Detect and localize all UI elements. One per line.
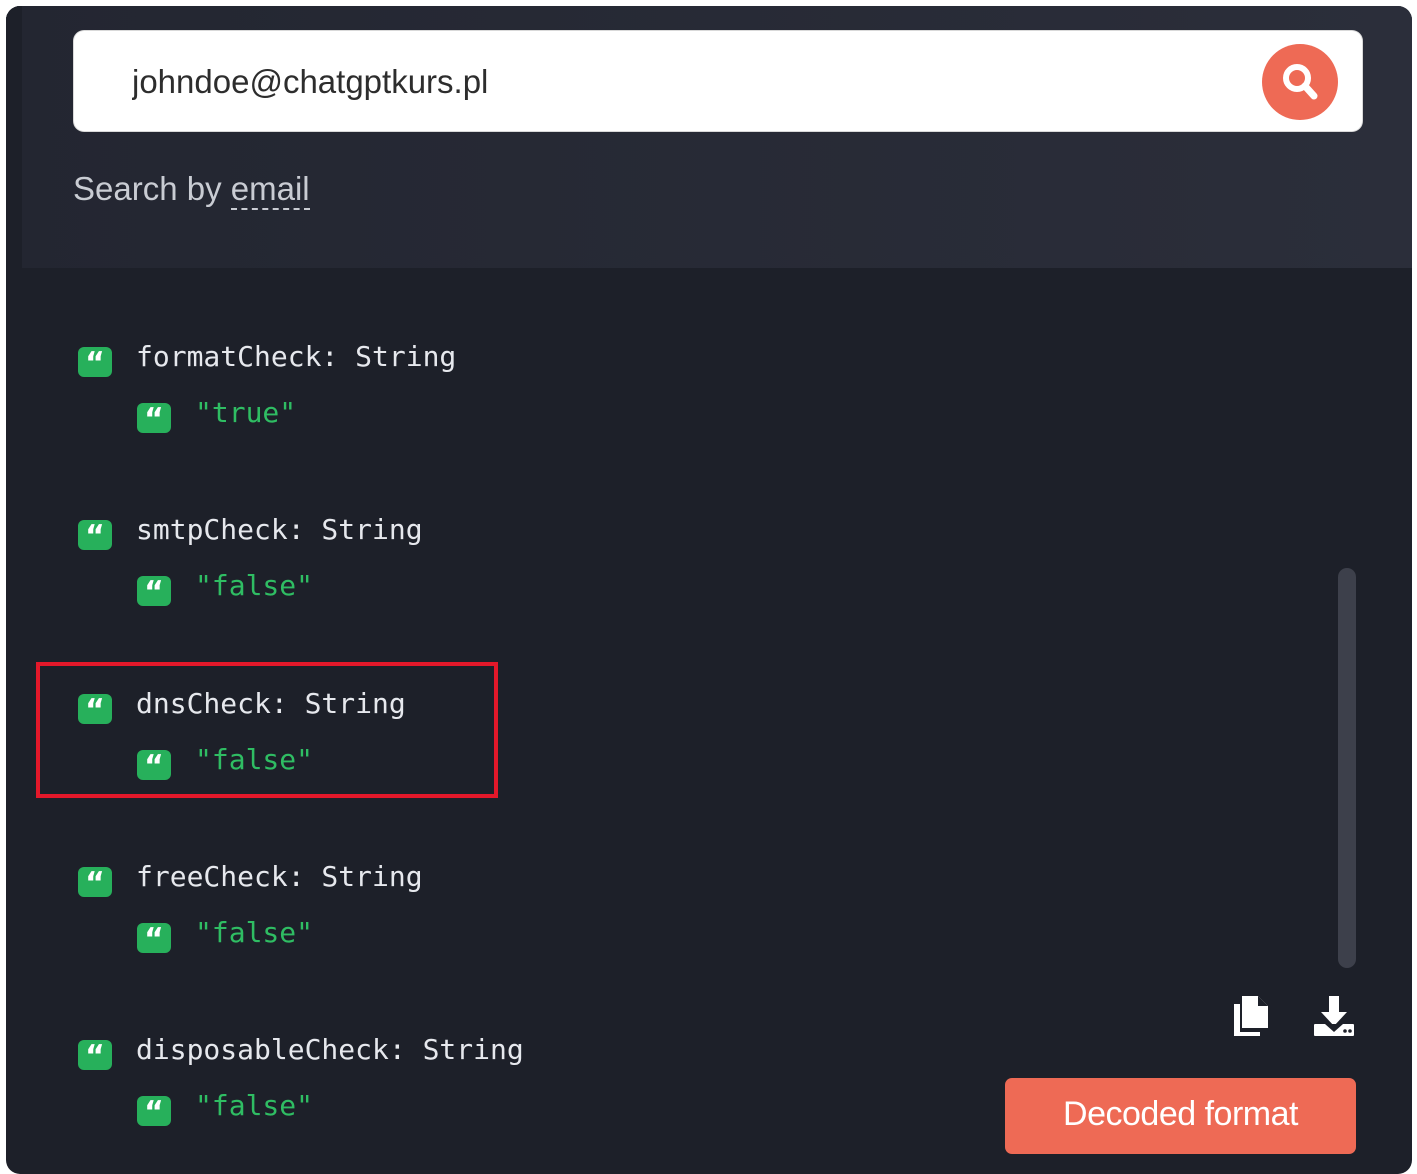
quote-icon: “ (137, 922, 171, 957)
quote-icon: “ (137, 402, 171, 437)
search-box (74, 31, 1362, 131)
search-icon (1283, 64, 1318, 100)
field-name: disposableCheck: String (136, 1033, 524, 1066)
field-value: "true" (195, 396, 297, 429)
email-search-input[interactable] (132, 57, 1232, 107)
decoded-format-button[interactable]: Decoded format (1005, 1078, 1356, 1154)
highlight-box (36, 662, 498, 798)
quote-icon: “ (78, 866, 112, 901)
quote-icon: “ (78, 1039, 112, 1074)
quote-icon: “ (137, 1095, 171, 1130)
quote-icon: “ (78, 346, 112, 381)
scrollbar[interactable] (1338, 568, 1356, 968)
quote-icon: “ (137, 575, 171, 610)
results-list: “ formatCheck: String “ "true" “ smtpChe… (6, 268, 1412, 1174)
search-hint-prefix: Search by (73, 170, 231, 207)
search-hint: Search by email (73, 170, 310, 210)
field-name: freeCheck: String (136, 860, 423, 893)
copy-icon (1234, 996, 1268, 1036)
download-button[interactable] (1312, 994, 1356, 1043)
field-value: "false" (195, 916, 314, 949)
search-button[interactable] (1262, 44, 1338, 120)
email-lookup-panel: Search by email “ formatCheck: String “ … (6, 6, 1412, 1174)
copy-button[interactable] (1232, 994, 1272, 1043)
field-value: "false" (195, 1089, 314, 1122)
field-value: "false" (195, 569, 314, 602)
field-name: smtpCheck: String (136, 513, 423, 546)
search-hint-term[interactable]: email (230, 170, 310, 210)
download-icon (1314, 996, 1354, 1036)
field-name: formatCheck: String (136, 340, 457, 373)
search-header: Search by email (6, 6, 1412, 268)
quote-icon: “ (78, 519, 112, 554)
